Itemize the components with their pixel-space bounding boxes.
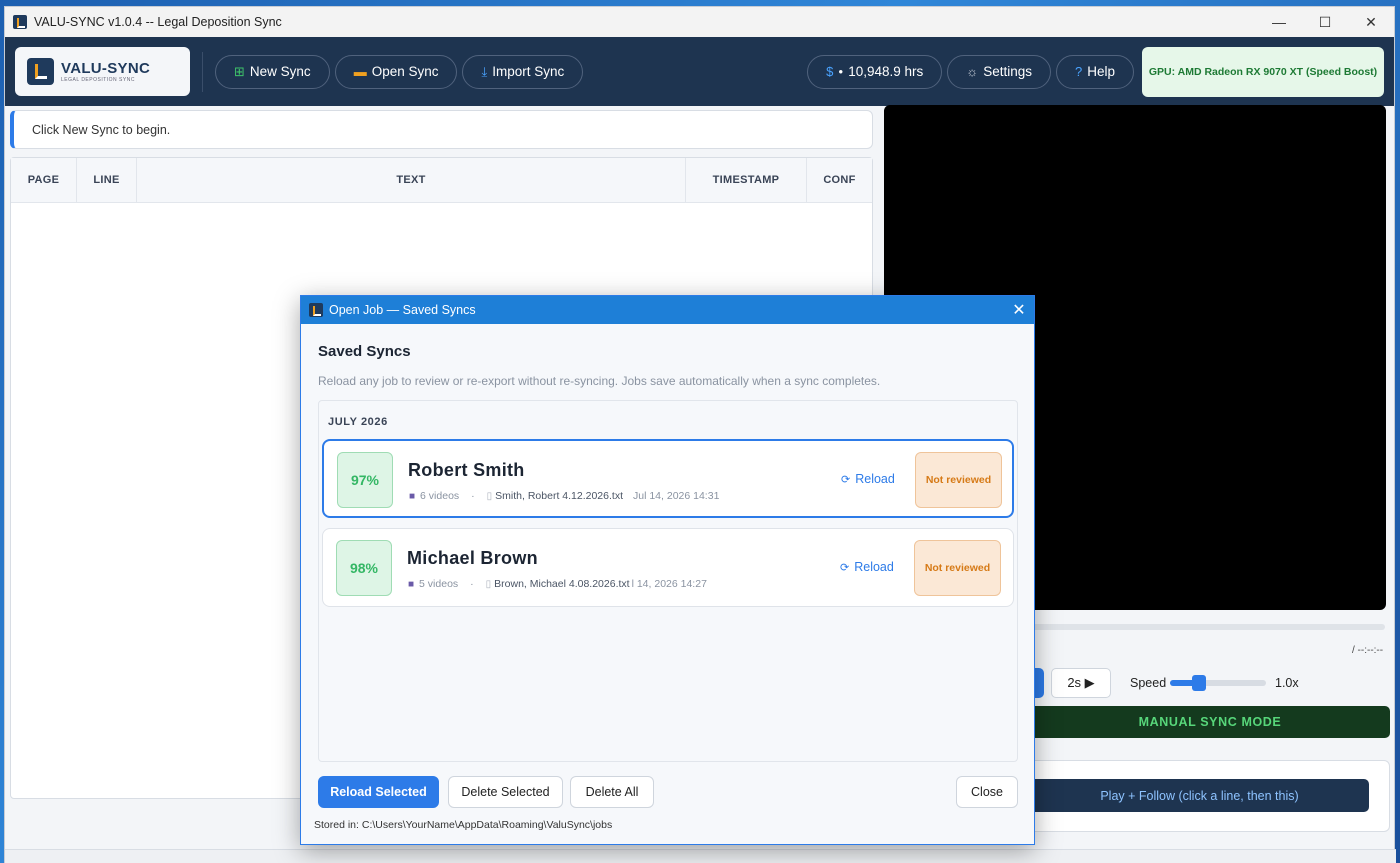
film-icon: ■: [408, 578, 415, 590]
plus-square-icon: ⊞: [234, 63, 245, 79]
transcript-file: Brown, Michael 4.08.2026.txt: [494, 578, 630, 590]
film-icon: ■: [409, 490, 416, 502]
new-sync-button[interactable]: ⊞ New Sync: [215, 54, 330, 89]
job-name: Michael Brown: [407, 548, 538, 568]
play-follow-button[interactable]: Play + Follow (click a line, then this): [1030, 779, 1369, 812]
skip-forward-button[interactable]: 2s ▶: [1051, 668, 1111, 698]
dialog-app-icon: [309, 303, 323, 317]
document-icon: ▯: [485, 578, 492, 590]
confidence-badge: 98%: [336, 540, 392, 596]
import-sync-label: Import Sync: [492, 64, 565, 79]
logo-subtitle: LEGAL DEPOSITION SYNC: [61, 77, 135, 83]
video-count: 6 videos: [420, 490, 460, 502]
reload-label: Reload: [855, 472, 895, 486]
review-status-badge: Not reviewed: [914, 540, 1001, 596]
dialog-close-icon[interactable]: ✕: [1004, 300, 1034, 320]
title-bar: VALU-SYNC v1.0.4 -- Legal Deposition Syn…: [5, 7, 1394, 37]
confidence-badge: 97%: [337, 452, 393, 508]
timecode-readout: / --:--:--: [1352, 645, 1384, 656]
app-logo: VALU-SYNC LEGAL DEPOSITION SYNC: [15, 47, 190, 96]
table-header: PAGE LINE TEXT TIMESTAMP CONF: [11, 158, 872, 203]
manual-sync-mode-button[interactable]: MANUAL SYNC MODE: [1030, 706, 1390, 738]
close-window-button[interactable]: ✕: [1348, 7, 1394, 37]
playback-progress-bar[interactable]: [1030, 624, 1385, 630]
job-date: l 14, 2026 14:27: [631, 578, 707, 590]
logo-name: VALU-SYNC: [61, 60, 151, 77]
delete-all-button[interactable]: Delete All: [570, 776, 654, 808]
reload-label: Reload: [854, 560, 894, 574]
help-button[interactable]: ? Help: [1056, 54, 1134, 89]
minimize-button[interactable]: —: [1256, 7, 1302, 37]
speed-value: 1.0x: [1275, 676, 1299, 690]
month-group-header: JULY 2026: [328, 416, 388, 428]
speed-label: Speed: [1130, 676, 1167, 690]
job-card[interactable]: 98% Michael Brown ■ 5 videos · ▯ Brown, …: [322, 528, 1014, 607]
logo-mark-icon: [27, 58, 54, 85]
close-dialog-button[interactable]: Close: [956, 776, 1018, 808]
dialog-description: Reload any job to review or re-export wi…: [318, 374, 881, 388]
job-name: Robert Smith: [408, 460, 525, 480]
speed-slider[interactable]: [1170, 675, 1266, 691]
gpu-status-badge: GPU: AMD Radeon RX 9070 XT (Speed Boost): [1142, 46, 1384, 97]
gear-icon: ☼: [966, 64, 979, 79]
column-header-conf[interactable]: CONF: [807, 158, 872, 202]
new-sync-label: New Sync: [249, 64, 311, 79]
column-header-page[interactable]: PAGE: [11, 158, 77, 202]
reload-button[interactable]: ⟳ Reload: [840, 560, 894, 574]
dialog-heading: Saved Syncs: [318, 343, 411, 360]
window-title: VALU-SYNC v1.0.4 -- Legal Deposition Syn…: [34, 15, 282, 29]
dollar-coin-icon: $: [826, 64, 834, 79]
import-sync-button[interactable]: ⤓ Import Sync: [462, 54, 584, 89]
refresh-icon: ⟳: [840, 561, 850, 574]
transcript-file: Smith, Robert 4.12.2026.txt: [495, 490, 623, 502]
saved-syncs-list[interactable]: JULY 2026 97% Robert Smith ■ 6 videos · …: [318, 400, 1018, 762]
hours-balance-button[interactable]: $ ● 10,948.9 hrs: [807, 54, 943, 89]
column-header-text[interactable]: TEXT: [137, 158, 686, 202]
reload-button[interactable]: ⟳ Reload: [841, 472, 895, 486]
folder-icon: ▬: [353, 64, 367, 79]
job-meta: ■ 6 videos · ▯ Smith, Robert 4.12.2026.t…: [409, 490, 720, 502]
column-header-line[interactable]: LINE: [77, 158, 137, 202]
settings-button[interactable]: ☼ Settings: [947, 54, 1051, 89]
column-header-timestamp[interactable]: TIMESTAMP: [686, 158, 807, 202]
main-toolbar: VALU-SYNC LEGAL DEPOSITION SYNC ⊞ New Sy…: [5, 37, 1394, 106]
settings-label: Settings: [983, 64, 1032, 79]
download-icon: ⤓: [481, 63, 488, 79]
dialog-title: Open Job — Saved Syncs: [329, 303, 476, 317]
open-sync-button[interactable]: ▬ Open Sync: [334, 54, 458, 89]
reload-selected-button[interactable]: Reload Selected: [318, 776, 439, 808]
open-sync-label: Open Sync: [371, 64, 439, 79]
open-job-dialog: Open Job — Saved Syncs ✕ Saved Syncs Rel…: [300, 295, 1035, 845]
toolbar-divider: [202, 51, 203, 92]
document-icon: ▯: [486, 490, 493, 502]
refresh-icon: ⟳: [841, 473, 851, 486]
help-label: Help: [1087, 64, 1115, 79]
info-banner: Click New Sync to begin.: [10, 110, 873, 149]
status-strip: [5, 849, 1396, 863]
dialog-title-bar: Open Job — Saved Syncs ✕: [301, 296, 1034, 324]
video-count: 5 videos: [419, 578, 459, 590]
review-status-badge: Not reviewed: [915, 452, 1002, 508]
job-meta: ■ 5 videos · ▯ Brown, Michael 4.08.2026.…: [408, 578, 707, 590]
question-circle-icon: ?: [1075, 64, 1083, 79]
storage-path: Stored in: C:\Users\YourName\AppData\Roa…: [314, 819, 613, 831]
delete-selected-button[interactable]: Delete Selected: [448, 776, 563, 808]
hours-balance-value: 10,948.9 hrs: [848, 64, 924, 79]
dot-icon: ●: [838, 67, 844, 76]
maximize-button[interactable]: ☐: [1302, 7, 1348, 37]
job-date: Jul 14, 2026 14:31: [633, 490, 720, 502]
speed-slider-knob[interactable]: [1191, 675, 1206, 691]
job-card[interactable]: 97% Robert Smith ■ 6 videos · ▯ Smith, R…: [322, 439, 1014, 518]
app-icon: [13, 15, 27, 29]
